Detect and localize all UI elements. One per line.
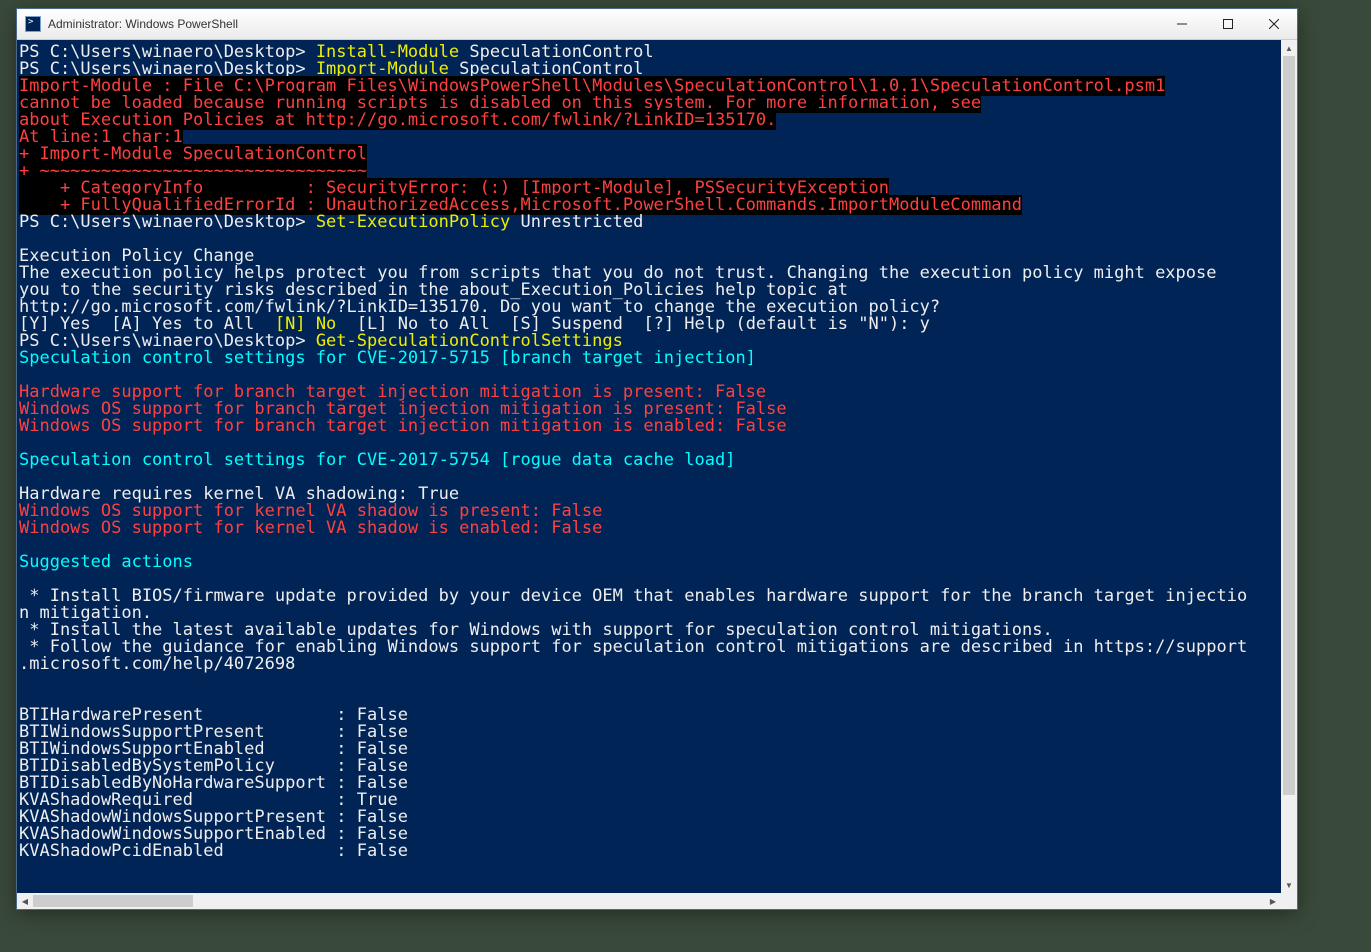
scroll-right-button[interactable]: ▶ [1265,893,1281,909]
vertical-scrollbar[interactable]: ▲ ▼ [1281,40,1297,893]
terminal-text-run: KVAShadowPcidEnabled : False [19,841,408,861]
terminal-line: * Install BIOS/firmware update provided … [19,588,1279,605]
close-button[interactable] [1251,9,1297,39]
terminal-text-run: Suggested actions [19,552,193,572]
terminal-text-run: Set-ExecutionPolicy [316,212,521,232]
powershell-window: Administrator: Windows PowerShell PS C:\… [16,8,1298,910]
window-controls [1159,9,1297,39]
terminal-line: PS C:\Users\winaero\Desktop> Set-Executi… [19,214,1279,231]
vertical-scroll-thumb[interactable] [1283,56,1295,795]
horizontal-scroll-track[interactable] [33,893,1265,909]
terminal-text-run: .microsoft.com/help/4072698 [19,654,295,674]
terminal-line: KVAShadowPcidEnabled : False [19,843,1279,860]
terminal-line: Windows OS support for kernel VA shadow … [19,520,1279,537]
terminal-blank-line [19,537,1279,554]
terminal-line: Windows OS support for branch target inj… [19,418,1279,435]
terminal-area: PS C:\Users\winaero\Desktop> Install-Mod… [17,40,1297,909]
terminal-line: Speculation control settings for CVE-201… [19,452,1279,469]
terminal-blank-line [19,673,1279,690]
vertical-scroll-track[interactable] [1281,56,1297,877]
powershell-icon [25,16,41,32]
terminal-text-run: Speculation control settings for CVE-201… [19,348,756,368]
terminal-line: about_Execution_Policies at http://go.mi… [19,112,1279,129]
terminal-line: Suggested actions [19,554,1279,571]
scroll-left-button[interactable]: ◀ [17,893,33,909]
horizontal-scroll-thumb[interactable] [33,895,193,907]
terminal-line: .microsoft.com/help/4072698 [19,656,1279,673]
window-title: Administrator: Windows PowerShell [48,17,1159,31]
minimize-button[interactable] [1159,9,1205,39]
titlebar[interactable]: Administrator: Windows PowerShell [17,9,1297,40]
terminal-line: Speculation control settings for CVE-201… [19,350,1279,367]
terminal-output[interactable]: PS C:\Users\winaero\Desktop> Install-Mod… [17,40,1281,893]
scroll-down-button[interactable]: ▼ [1281,877,1297,893]
terminal-text-run: * Install BIOS/firmware update provided … [19,586,1247,606]
scroll-up-button[interactable]: ▲ [1281,40,1297,56]
horizontal-scrollbar[interactable]: ◀ ▶ [17,893,1281,909]
terminal-text-run: Speculation control settings for CVE-201… [19,450,735,470]
maximize-button[interactable] [1205,9,1251,39]
terminal-text-run: Unrestricted [521,212,644,232]
terminal-text-run: Windows OS support for kernel VA shadow … [19,518,602,538]
terminal-text-run: PS C:\Users\winaero\Desktop> [19,212,316,232]
terminal-text-run: Windows OS support for branch target inj… [19,416,787,436]
scrollbar-corner [1281,893,1297,909]
